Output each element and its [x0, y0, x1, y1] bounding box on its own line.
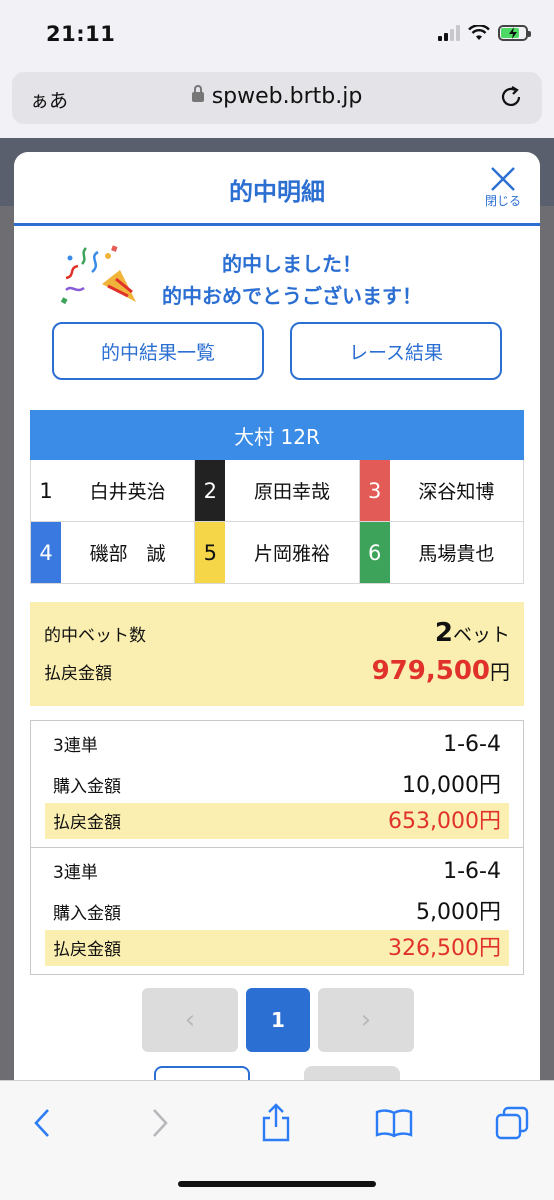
congrats-line-2: 的中おめでとうございます！: [162, 284, 422, 308]
racer-cell: 3 深谷知博: [359, 460, 524, 522]
share-icon: [262, 1103, 290, 1142]
congrats-line-1: 的中しました！: [222, 252, 362, 276]
racer-name: 馬場貴也: [418, 543, 495, 565]
bookmarks-icon: [375, 1109, 413, 1138]
ticket-type-row: 3連単 1-6-4: [45, 731, 509, 767]
payout-total-value: 979,500: [371, 656, 490, 686]
purchase-row: 購入金額 5,000円: [45, 894, 509, 930]
payout-label: 払戻金額: [53, 813, 121, 833]
racer-name: 原田幸哉: [253, 481, 330, 503]
payout-label: 払戻金額: [53, 940, 121, 960]
purchase-amount: 5,000円: [416, 900, 501, 925]
battery-icon: [498, 25, 531, 41]
bet-count-unit: ベット: [452, 624, 510, 646]
payout-amount: 653,000円: [388, 809, 501, 834]
wifi-icon: [468, 25, 490, 40]
payout-row: 払戻金額 326,500円: [45, 930, 509, 966]
status-time: 21:11: [46, 22, 116, 46]
combination: 1-6-4: [443, 859, 501, 884]
race-info: 大村 12R 1 白井英治 2 原田幸哉 3 深谷知博 4 磯部 誠 5 片岡雅裕 6 馬場…: [30, 410, 524, 584]
racer-cell: 5 片岡雅裕: [195, 522, 360, 584]
payout-amount: 326,500円: [388, 936, 501, 961]
hit-details-modal: 的中明細 閉じる 的中しました！ 的中おめでとうございます！ 的中結果一覧 レー…: [14, 152, 540, 1080]
purchase-label: 購入金額: [53, 904, 121, 924]
payout-total-row: 払戻金額 979,500円: [44, 656, 510, 686]
back-icon: [34, 1109, 49, 1137]
racer-name: 深谷知博: [418, 481, 495, 503]
combination: 1-6-4: [443, 732, 501, 757]
lane-number: 2: [195, 460, 226, 521]
racer-name: 片岡雅裕: [253, 543, 330, 565]
racer-name: 白井英治: [89, 481, 166, 503]
racer-cell: 6 馬場貴也: [359, 522, 524, 584]
home-indicator: [178, 1181, 376, 1187]
status-icons: [438, 25, 531, 41]
racer-name: 磯部 誠: [89, 543, 166, 565]
prev-page-button[interactable]: ‹: [142, 988, 238, 1052]
url-text[interactable]: spweb.brtb.jp: [12, 84, 542, 109]
ticket-type-row: 3連単 1-6-4: [45, 858, 509, 894]
racer-cell: 4 磯部 誠: [31, 522, 196, 584]
back-button[interactable]: [22, 1103, 62, 1143]
bet-type: 3連単: [53, 736, 98, 756]
address-bar[interactable]: ぁあ spweb.brtb.jp: [12, 72, 542, 124]
ticket-item: 3連単 1-6-4 購入金額 10,000円 払戻金額 653,000円: [31, 721, 523, 848]
bet-count-row: 的中ベット数 2ベット: [44, 618, 510, 648]
forward-icon: [153, 1109, 168, 1137]
payout-total-label: 払戻金額: [44, 664, 112, 684]
payout-total-unit: 円: [490, 660, 510, 684]
next-page-button[interactable]: ›: [318, 988, 414, 1052]
action-buttons: 的中結果一覧 レース結果: [52, 322, 502, 380]
tabs-button[interactable]: [492, 1103, 532, 1143]
hit-results-list-button[interactable]: 的中結果一覧: [52, 322, 264, 380]
ticket-item: 3連単 1-6-4 購入金額 5,000円 払戻金額 326,500円: [31, 848, 523, 974]
congrats-message: 的中しました！ 的中おめでとうございます！: [14, 226, 540, 316]
lane-number: 4: [31, 522, 61, 583]
signal-icon: [438, 25, 460, 41]
bet-count-value: 2: [434, 618, 453, 648]
racer-grid: 1 白井英治 2 原田幸哉 3 深谷知博 4 磯部 誠 5 片岡雅裕 6 馬場貴也: [30, 460, 524, 584]
racer-cell: 1 白井英治: [31, 460, 196, 522]
ticket-list: 3連単 1-6-4 購入金額 10,000円 払戻金額 653,000円 3連単 1-6…: [30, 720, 524, 975]
hit-summary: 的中ベット数 2ベット 払戻金額 979,500円: [30, 602, 524, 706]
page-1-button[interactable]: 1: [246, 988, 310, 1052]
modal-header: 的中明細 閉じる: [14, 152, 540, 226]
race-results-button[interactable]: レース結果: [290, 322, 502, 380]
tabs-icon: [495, 1106, 529, 1140]
lock-icon: [191, 85, 204, 102]
racer-cell: 2 原田幸哉: [195, 460, 360, 522]
purchase-row: 購入金額 10,000円: [45, 767, 509, 803]
bookmarks-button[interactable]: [374, 1103, 414, 1143]
status-bar: 21:11: [0, 0, 554, 66]
forward-button[interactable]: [140, 1103, 180, 1143]
modal-title: 的中明細: [229, 178, 325, 206]
bet-type: 3連単: [53, 863, 98, 883]
close-button[interactable]: 閉じる: [480, 166, 526, 212]
purchase-amount: 10,000円: [402, 773, 501, 798]
pagination: ‹ 1 ›: [142, 988, 414, 1052]
close-icon: [491, 167, 515, 191]
reload-icon[interactable]: [498, 84, 524, 110]
race-header: 大村 12R: [30, 410, 524, 460]
url-label: spweb.brtb.jp: [211, 84, 363, 109]
lane-number: 6: [359, 522, 390, 583]
payout-row: 払戻金額 653,000円: [45, 803, 509, 839]
partial-button-left[interactable]: [154, 1066, 250, 1080]
partial-button-right[interactable]: [304, 1066, 400, 1080]
share-button[interactable]: [256, 1103, 296, 1143]
close-label: 閉じる: [484, 194, 521, 208]
lane-number: 5: [195, 522, 226, 583]
lane-number: 1: [31, 460, 61, 521]
purchase-label: 購入金額: [53, 777, 121, 797]
lane-number: 3: [359, 460, 390, 521]
bet-count-label: 的中ベット数: [44, 626, 146, 646]
